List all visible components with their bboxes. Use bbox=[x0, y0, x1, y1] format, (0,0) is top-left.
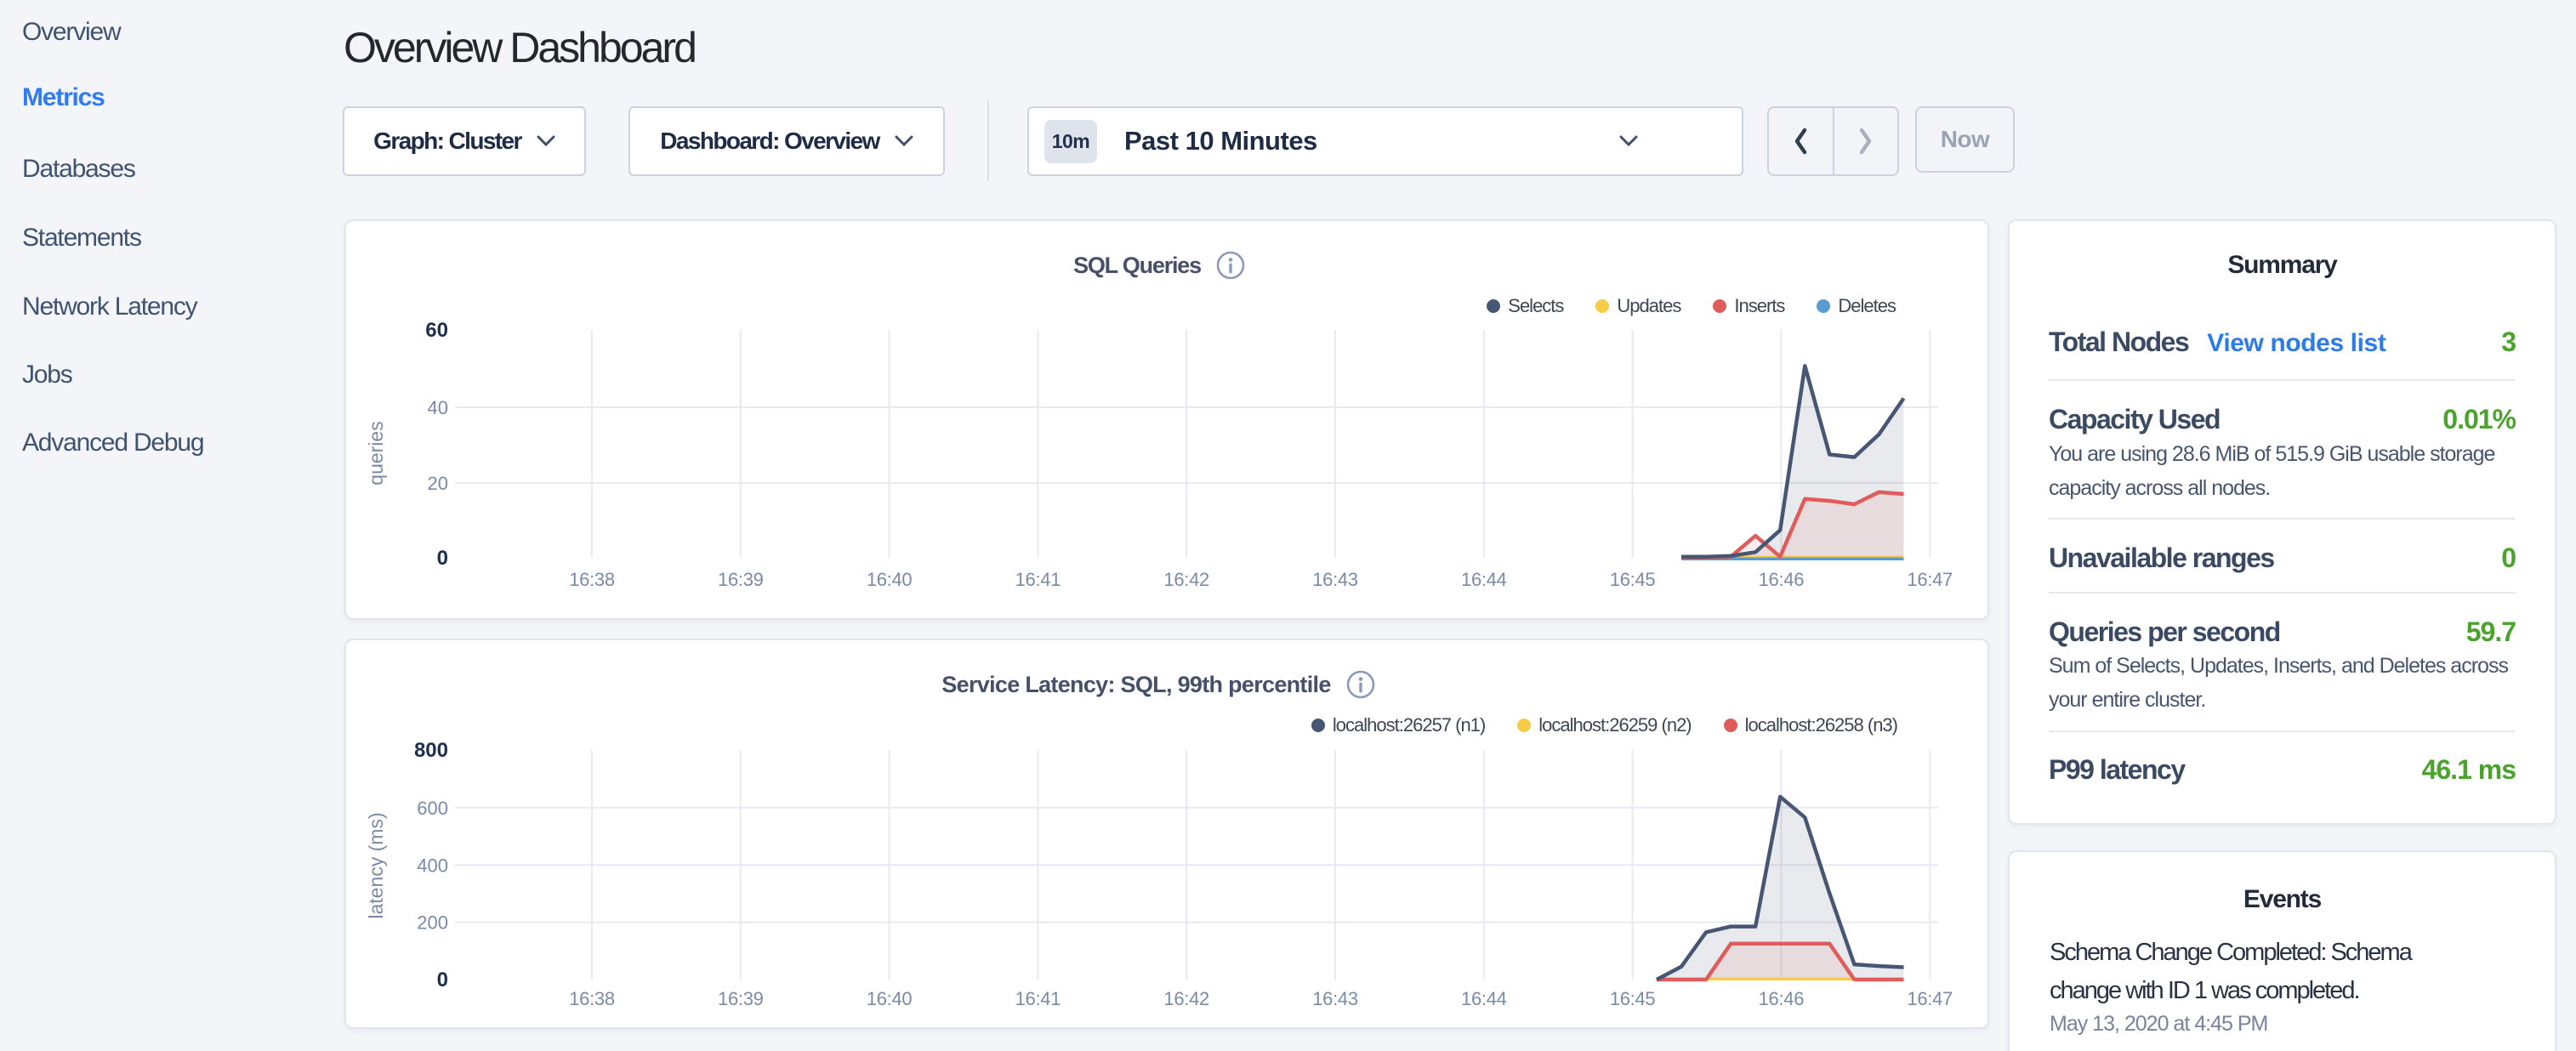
svg-text:40: 40 bbox=[428, 397, 448, 418]
svg-text:16:44: 16:44 bbox=[1461, 988, 1507, 1009]
svg-text:16:38: 16:38 bbox=[569, 988, 615, 1009]
svg-text:16:47: 16:47 bbox=[1907, 569, 1953, 590]
svg-text:60: 60 bbox=[425, 319, 448, 342]
svg-text:16:40: 16:40 bbox=[867, 569, 913, 590]
svg-text:800: 800 bbox=[414, 739, 448, 762]
svg-text:20: 20 bbox=[428, 473, 448, 494]
svg-text:16:42: 16:42 bbox=[1163, 569, 1209, 590]
svg-text:0: 0 bbox=[437, 547, 448, 570]
svg-text:queries: queries bbox=[365, 421, 387, 485]
svg-text:16:39: 16:39 bbox=[718, 988, 764, 1009]
svg-text:16:41: 16:41 bbox=[1015, 988, 1061, 1009]
svg-text:16:40: 16:40 bbox=[867, 988, 913, 1009]
svg-text:16:38: 16:38 bbox=[569, 569, 615, 590]
svg-text:16:43: 16:43 bbox=[1312, 988, 1358, 1009]
svg-text:16:47: 16:47 bbox=[1907, 988, 1953, 1009]
svg-text:16:41: 16:41 bbox=[1015, 569, 1061, 590]
svg-text:200: 200 bbox=[417, 912, 448, 934]
svg-text:16:46: 16:46 bbox=[1759, 569, 1805, 590]
svg-text:0: 0 bbox=[437, 969, 448, 991]
svg-text:16:44: 16:44 bbox=[1461, 569, 1507, 590]
svg-text:16:46: 16:46 bbox=[1759, 988, 1805, 1009]
svg-text:latency (ms): latency (ms) bbox=[365, 812, 387, 918]
svg-text:16:45: 16:45 bbox=[1610, 569, 1656, 590]
svg-text:16:43: 16:43 bbox=[1312, 569, 1358, 590]
svg-text:16:39: 16:39 bbox=[718, 569, 764, 590]
svg-text:400: 400 bbox=[417, 855, 448, 876]
svg-text:600: 600 bbox=[417, 798, 448, 819]
svg-text:16:42: 16:42 bbox=[1163, 988, 1209, 1009]
svg-text:16:45: 16:45 bbox=[1610, 988, 1656, 1009]
